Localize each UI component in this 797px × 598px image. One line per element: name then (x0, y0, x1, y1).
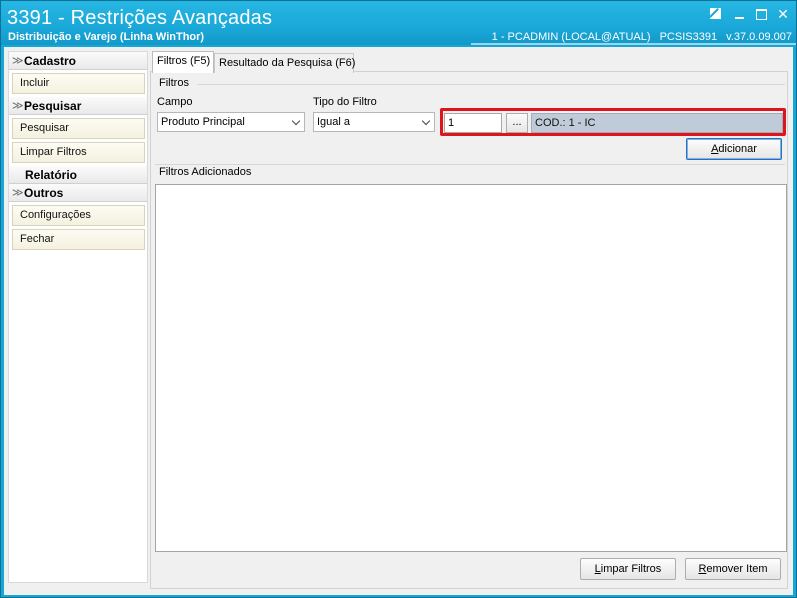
close-icon[interactable]: ✕ (775, 7, 791, 21)
group-title: Outros (24, 186, 64, 200)
section-divider (155, 164, 785, 165)
window-subtitle: Distribuição e Varejo (Linha WinThor) (8, 31, 205, 43)
title-bar[interactable]: 3391 - Restrições Avançadas Distribuição… (1, 1, 796, 45)
highlight-annotation (440, 108, 786, 136)
settings-icon[interactable] (707, 7, 723, 21)
tipo-filtro-label: Tipo do Filtro (313, 96, 377, 108)
sidebar-item-pesquisar[interactable]: Pesquisar (12, 118, 145, 139)
group-title: Cadastro (24, 54, 77, 68)
clear-filters-label: impar Filtros (600, 563, 662, 575)
tipo-filtro-value: Igual a (317, 116, 351, 128)
added-filters-title: Filtros Adicionados (159, 166, 252, 178)
sidebar-group-cadastro[interactable]: ≫ Cadastro (9, 52, 147, 70)
sidebar-group-outros[interactable]: ≫ Outros (9, 184, 147, 202)
minimize-icon[interactable] (731, 7, 747, 21)
campo-value: Produto Principal (161, 116, 245, 128)
tab-resultado-pesquisa[interactable]: Resultado da Pesquisa (F6) (214, 53, 355, 73)
sidebar: ≫ Cadastro Incluir ≫ Pesquisar Pesquisar… (8, 51, 148, 583)
maximize-icon[interactable] (753, 7, 769, 21)
chevron-down-icon: ≫ (12, 187, 24, 199)
added-filters-list[interactable] (155, 184, 787, 552)
version-info: v.37.0.09.007 (726, 31, 792, 43)
sidebar-group-pesquisar[interactable]: ≫ Pesquisar (9, 97, 147, 115)
tab-filtros[interactable]: Filtros (F5) (152, 51, 214, 73)
remove-item-button[interactable]: Remover Item (685, 558, 781, 580)
remove-item-label: emover Item (706, 563, 768, 575)
chevron-down-icon (421, 116, 431, 126)
section-divider (197, 84, 785, 85)
tab-panel-filtros: Filtros Campo Produto Principal Tipo do … (150, 71, 788, 589)
add-button[interactable]: Adicionar (686, 138, 782, 160)
sidebar-item-limpar-filtros[interactable]: Limpar Filtros (12, 142, 145, 163)
sidebar-group-relatorio[interactable]: Relatório (9, 166, 147, 184)
sidebar-item-incluir[interactable]: Incluir (12, 73, 145, 94)
chevron-down-icon: ≫ (12, 100, 24, 112)
app-window: 3391 - Restrições Avançadas Distribuição… (0, 0, 797, 598)
tipo-filtro-select[interactable]: Igual a (313, 112, 435, 132)
group-title: Relatório (25, 168, 78, 182)
campo-label: Campo (157, 96, 193, 108)
session-info: 1 - PCADMIN (LOCAL@ATUAL) PCSIS3391 v.37… (486, 31, 792, 43)
chevron-down-icon (291, 116, 301, 126)
filters-section-title: Filtros (159, 77, 189, 89)
chevron-down-icon: ≫ (12, 55, 24, 67)
sidebar-item-fechar[interactable]: Fechar (12, 229, 145, 250)
campo-select[interactable]: Produto Principal (157, 112, 305, 132)
main-content: ≫ Cadastro Incluir ≫ Pesquisar Pesquisar… (4, 47, 793, 595)
clear-filters-button[interactable]: Limpar Filtros (580, 558, 676, 580)
module-code: PCSIS3391 (659, 31, 718, 43)
window-title: 3391 - Restrições Avançadas (7, 7, 273, 29)
group-title: Pesquisar (24, 99, 82, 113)
title-divider (471, 43, 796, 45)
sidebar-item-configuracoes[interactable]: Configurações (12, 205, 145, 226)
user-info: 1 - PCADMIN (LOCAL@ATUAL) (491, 31, 651, 43)
add-button-label: dicionar (718, 143, 757, 155)
